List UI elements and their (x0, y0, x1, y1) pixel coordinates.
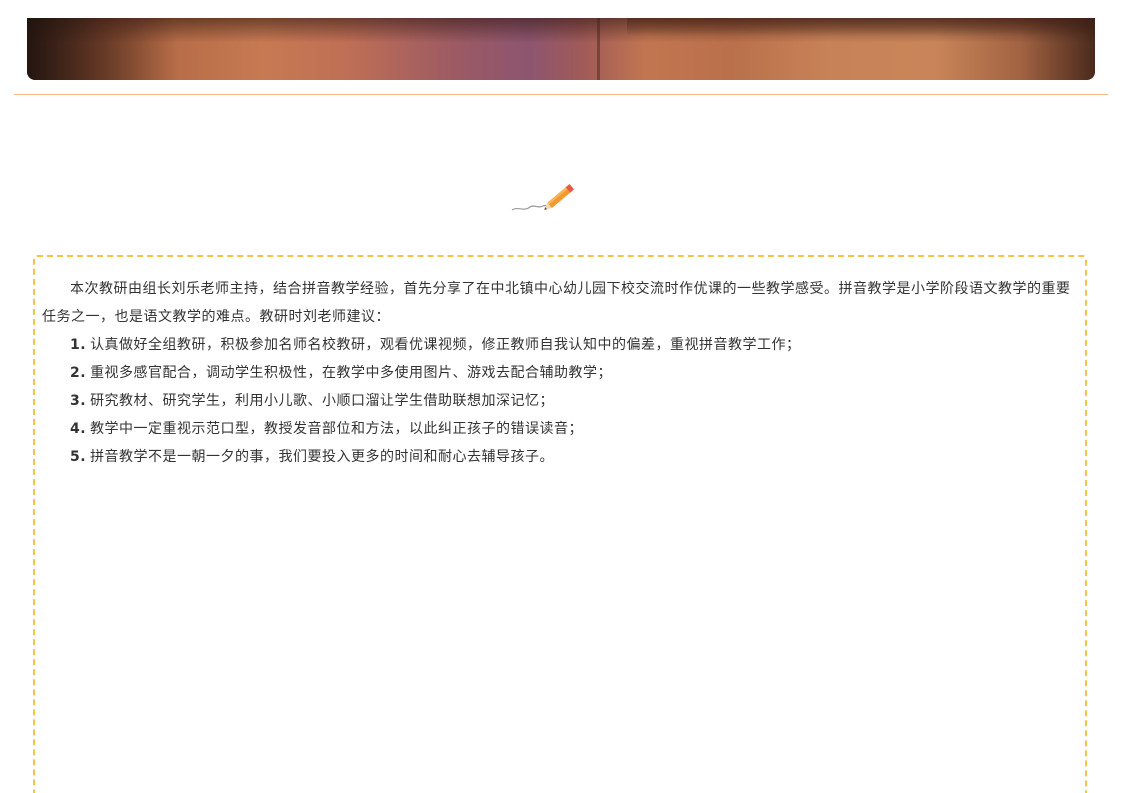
list-item-text: 认真做好全组教研，积极参加名师名校教研，观看优课视频，修正教师自我认知中的偏差，… (90, 337, 801, 353)
list-item-number: 5. (70, 449, 87, 465)
list-item-text: 拼音教学不是一朝一夕的事，我们要投入更多的时间和耐心去辅导孩子。 (90, 449, 555, 465)
list-item-number: 2. (70, 365, 87, 381)
list-item-text: 教学中一定重视示范口型，教授发音部位和方法，以此纠正孩子的错误读音； (90, 421, 584, 437)
intro-paragraph: 本次教研由组长刘乐老师主持，结合拼音教学经验，首先分享了在中北镇中心幼儿园下校交… (42, 281, 1071, 325)
list-item-number: 3. (70, 393, 87, 409)
list-item: 5. 拼音教学不是一朝一夕的事，我们要投入更多的时间和耐心去辅导孩子。 (42, 443, 1082, 471)
banner-floor-seam (597, 18, 600, 80)
page: 本次教研由组长刘乐老师主持，结合拼音教学经验，首先分享了在中北镇中心幼儿园下校交… (0, 0, 1121, 793)
list-item-text: 研究教材、研究学生，利用小儿歌、小顺口溜让学生借助联想加深记忆； (90, 393, 555, 409)
list-item: 3. 研究教材、研究学生，利用小儿歌、小顺口溜让学生借助联想加深记忆； (42, 387, 1082, 415)
list-item-number: 4. (70, 421, 87, 437)
header-divider (14, 94, 1108, 95)
list-item: 4. 教学中一定重视示范口型，教授发音部位和方法，以此纠正孩子的错误读音； (42, 415, 1082, 443)
list-item-text: 重视多感官配合，调动学生积极性，在教学中多使用图片、游戏去配合辅助教学； (90, 365, 613, 381)
article-content: 本次教研由组长刘乐老师主持，结合拼音教学经验，首先分享了在中北镇中心幼儿园下校交… (42, 275, 1082, 471)
banner-shadow (627, 18, 1095, 36)
list-item-number: 1. (70, 337, 87, 353)
list-item: 2. 重视多感官配合，调动学生积极性，在教学中多使用图片、游戏去配合辅助教学； (42, 359, 1082, 387)
list-item: 1. 认真做好全组教研，积极参加名师名校教研，观看优课视频，修正教师自我认知中的偏… (42, 331, 1082, 359)
pencil-icon (511, 184, 575, 211)
header-banner-image (27, 18, 1095, 80)
